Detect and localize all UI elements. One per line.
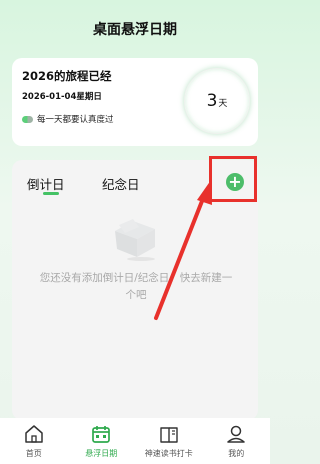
- header: 桌面悬浮日期: [0, 0, 270, 58]
- bottom-nav: 首页 悬浮日期 神速读书打卡 我的: [0, 418, 270, 464]
- nav-label-floating-date: 悬浮日期: [85, 449, 118, 458]
- tab-memorial[interactable]: 纪念日: [102, 174, 140, 193]
- active-tab-indicator: [43, 192, 59, 195]
- days-number: 3: [206, 91, 218, 111]
- pill-icon: [22, 115, 33, 123]
- nav-item-profile[interactable]: 我的: [203, 418, 271, 464]
- trip-date: 2026-01-04星期日: [22, 92, 102, 102]
- nav-item-reading[interactable]: 神速读书打卡: [135, 418, 203, 464]
- nav-label-reading: 神速读书打卡: [144, 449, 193, 458]
- days-counter: 3 天: [184, 68, 250, 134]
- highlight-box: [209, 156, 257, 202]
- tab-countdown[interactable]: 倒计日: [27, 174, 65, 193]
- profile-icon: [227, 425, 245, 443]
- book-icon: [160, 427, 178, 443]
- tip-text: 每一天都要认真度过: [37, 115, 114, 125]
- trip-title: 2026的旅程已经: [22, 69, 112, 83]
- empty-state-text: 您还没有添加倒计日/纪念日，快去新建一个吧: [39, 272, 233, 301]
- empty-box-icon: [115, 219, 155, 261]
- nav-label-home: 首页: [25, 449, 42, 458]
- trip-tip: 每一天都要认真度过: [22, 113, 114, 125]
- page-title: 桌面悬浮日期: [93, 22, 177, 38]
- nav-label-profile: 我的: [228, 449, 245, 458]
- trip-summary-card[interactable]: 2026的旅程已经 2026-01-04星期日 每一天都要认真度过 3 天: [12, 58, 258, 146]
- days-unit: 天: [218, 99, 228, 109]
- nav-item-home[interactable]: 首页: [0, 418, 68, 464]
- calendar-icon: [92, 426, 111, 443]
- nav-item-floating-date[interactable]: 悬浮日期: [68, 418, 136, 464]
- home-icon: [25, 425, 43, 443]
